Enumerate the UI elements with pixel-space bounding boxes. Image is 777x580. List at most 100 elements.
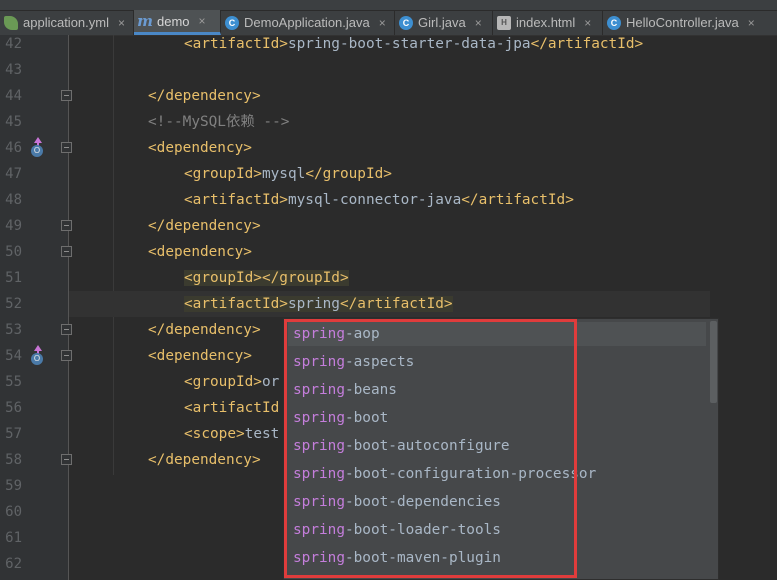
code-line-54[interactable]: <dependency> <box>148 343 252 369</box>
spring-leaf-icon <box>4 15 18 30</box>
line-number: 59 <box>5 478 22 494</box>
fold-marker-icon[interactable] <box>61 350 72 361</box>
match-prefix: spring <box>293 466 345 482</box>
class-c-icon: C <box>225 15 239 30</box>
completion-item[interactable]: spring-boot-maven-plugin <box>293 544 501 572</box>
xml-tag: <artifactId> <box>184 36 288 52</box>
code-line-51[interactable]: <groupId></groupId> <box>184 265 349 291</box>
match-prefix: spring <box>293 354 345 370</box>
completion-suffix: -boot-maven-plugin <box>344 550 501 566</box>
line-number: 45 <box>5 114 22 130</box>
completion-suffix: -boot-dependencies <box>344 494 501 510</box>
xml-tag: <dependency> <box>148 244 252 260</box>
tab-label: DemoApplication.java <box>244 15 370 30</box>
xml-text: test <box>244 426 280 442</box>
xml-tag: </groupId> <box>261 270 349 286</box>
code-line-50[interactable]: <dependency> <box>148 239 252 265</box>
match-prefix: spring <box>293 326 345 342</box>
completion-suffix: -boot-loader-tools <box>344 522 501 538</box>
fold-marker-icon[interactable] <box>61 220 72 231</box>
code-line-44[interactable]: </dependency> <box>148 83 261 109</box>
close-icon[interactable]: × <box>748 16 755 30</box>
completion-suffix: -boot <box>344 410 389 426</box>
completion-suffix: -aop <box>344 326 380 342</box>
class-c-icon: C <box>607 15 621 30</box>
completion-suffix: -aspects <box>344 354 415 370</box>
line-number: 44 <box>5 88 22 104</box>
tab-label: application.yml <box>23 15 109 30</box>
fold-marker-icon[interactable] <box>61 454 72 465</box>
completion-item[interactable]: spring-aspects <box>293 348 414 376</box>
xml-tag: <groupId> <box>184 270 262 286</box>
code-line-45[interactable]: <!--MySQL依赖 --> <box>148 109 289 135</box>
completion-item[interactable]: spring-boot-autoconfigure <box>293 432 510 460</box>
close-icon[interactable]: × <box>199 14 206 28</box>
match-prefix: spring <box>293 410 345 426</box>
xml-tag: </artifactId> <box>530 36 644 52</box>
line-number: 57 <box>5 426 22 442</box>
code-completion-popup[interactable]: spring-aop spring-aspects spring-beans s… <box>283 318 719 580</box>
completion-item[interactable]: spring-boot-configuration-processor <box>293 460 596 488</box>
line-number: 51 <box>5 270 22 286</box>
line-number: 49 <box>5 218 22 234</box>
code-line-48[interactable]: <artifactId>mysql-connector-java</artifa… <box>184 187 574 213</box>
line-number: 42 <box>5 36 22 52</box>
match-prefix: spring <box>293 438 345 454</box>
xml-tag: </dependency> <box>148 88 261 104</box>
xml-text: mysql-connector-java <box>287 192 462 208</box>
code-line-57[interactable]: <scope>test <box>184 421 279 447</box>
close-icon[interactable]: × <box>475 16 482 30</box>
fold-marker-icon[interactable] <box>61 246 72 257</box>
code-line-47[interactable]: <groupId>mysql</groupId> <box>184 161 392 187</box>
xml-tag: <scope> <box>184 426 245 442</box>
completion-item[interactable]: spring-boot-loader-tools <box>293 516 501 544</box>
fold-marker-icon[interactable] <box>61 142 72 153</box>
line-number: 52 <box>5 296 22 312</box>
code-line-42[interactable]: <artifactId>spring-boot-starter-data-jpa… <box>184 31 643 57</box>
xml-tag: </groupId> <box>305 166 392 182</box>
match-prefix: spring <box>293 550 345 566</box>
match-prefix: spring <box>293 522 345 538</box>
xml-tag: <groupId> <box>184 166 262 182</box>
code-line-49[interactable]: </dependency> <box>148 213 261 239</box>
line-number: 47 <box>5 166 22 182</box>
tab-label: Girl.java <box>418 15 466 30</box>
xml-tag: <artifactId <box>184 400 280 416</box>
line-number: 54 <box>5 348 22 364</box>
code-line-56[interactable]: <artifactId <box>184 395 279 421</box>
line-number: 43 <box>5 62 22 78</box>
fold-marker-icon[interactable] <box>61 90 72 101</box>
code-line-46[interactable]: <dependency> <box>148 135 252 161</box>
xml-tag: </artifactId> <box>461 192 574 208</box>
code-line-58[interactable]: </dependency> <box>148 447 261 473</box>
line-number: 46 <box>5 140 22 156</box>
xml-tag: <groupId> <box>184 374 262 390</box>
completion-item[interactable]: spring-boot <box>293 404 388 432</box>
match-prefix: spring <box>293 494 345 510</box>
popup-scrollbar[interactable] <box>710 321 717 403</box>
code-line-55[interactable]: <groupId>or <box>184 369 279 395</box>
completion-item[interactable]: spring-aop <box>293 320 380 348</box>
xml-tag: </artifactId> <box>339 296 453 312</box>
line-number: 50 <box>5 244 22 260</box>
close-icon[interactable]: × <box>584 16 591 30</box>
fold-marker-icon[interactable] <box>61 324 72 335</box>
line-number: 61 <box>5 530 22 546</box>
completion-suffix: -boot-configuration-processor <box>344 466 597 482</box>
tab-label: demo <box>157 13 190 29</box>
code-line-52[interactable]: <artifactId>spring</artifactId> <box>184 291 453 317</box>
completion-suffix: -boot-autoconfigure <box>344 438 510 454</box>
line-number: 48 <box>5 192 22 208</box>
code-line-53[interactable]: </dependency> <box>148 317 261 343</box>
xml-tag: <artifactId> <box>184 192 288 208</box>
close-icon[interactable]: × <box>379 16 386 30</box>
xml-text: mysql <box>261 166 306 182</box>
completion-item[interactable]: spring-boot-dependencies <box>293 488 501 516</box>
completion-item[interactable]: spring-beans <box>293 376 397 404</box>
override-arrow-icon[interactable]: O <box>30 345 46 365</box>
close-icon[interactable]: × <box>118 16 125 30</box>
tab-label: index.html <box>516 15 576 30</box>
override-arrow-icon[interactable]: O <box>30 137 46 157</box>
completion-suffix: -beans <box>344 382 397 398</box>
indent-guide <box>113 35 114 475</box>
